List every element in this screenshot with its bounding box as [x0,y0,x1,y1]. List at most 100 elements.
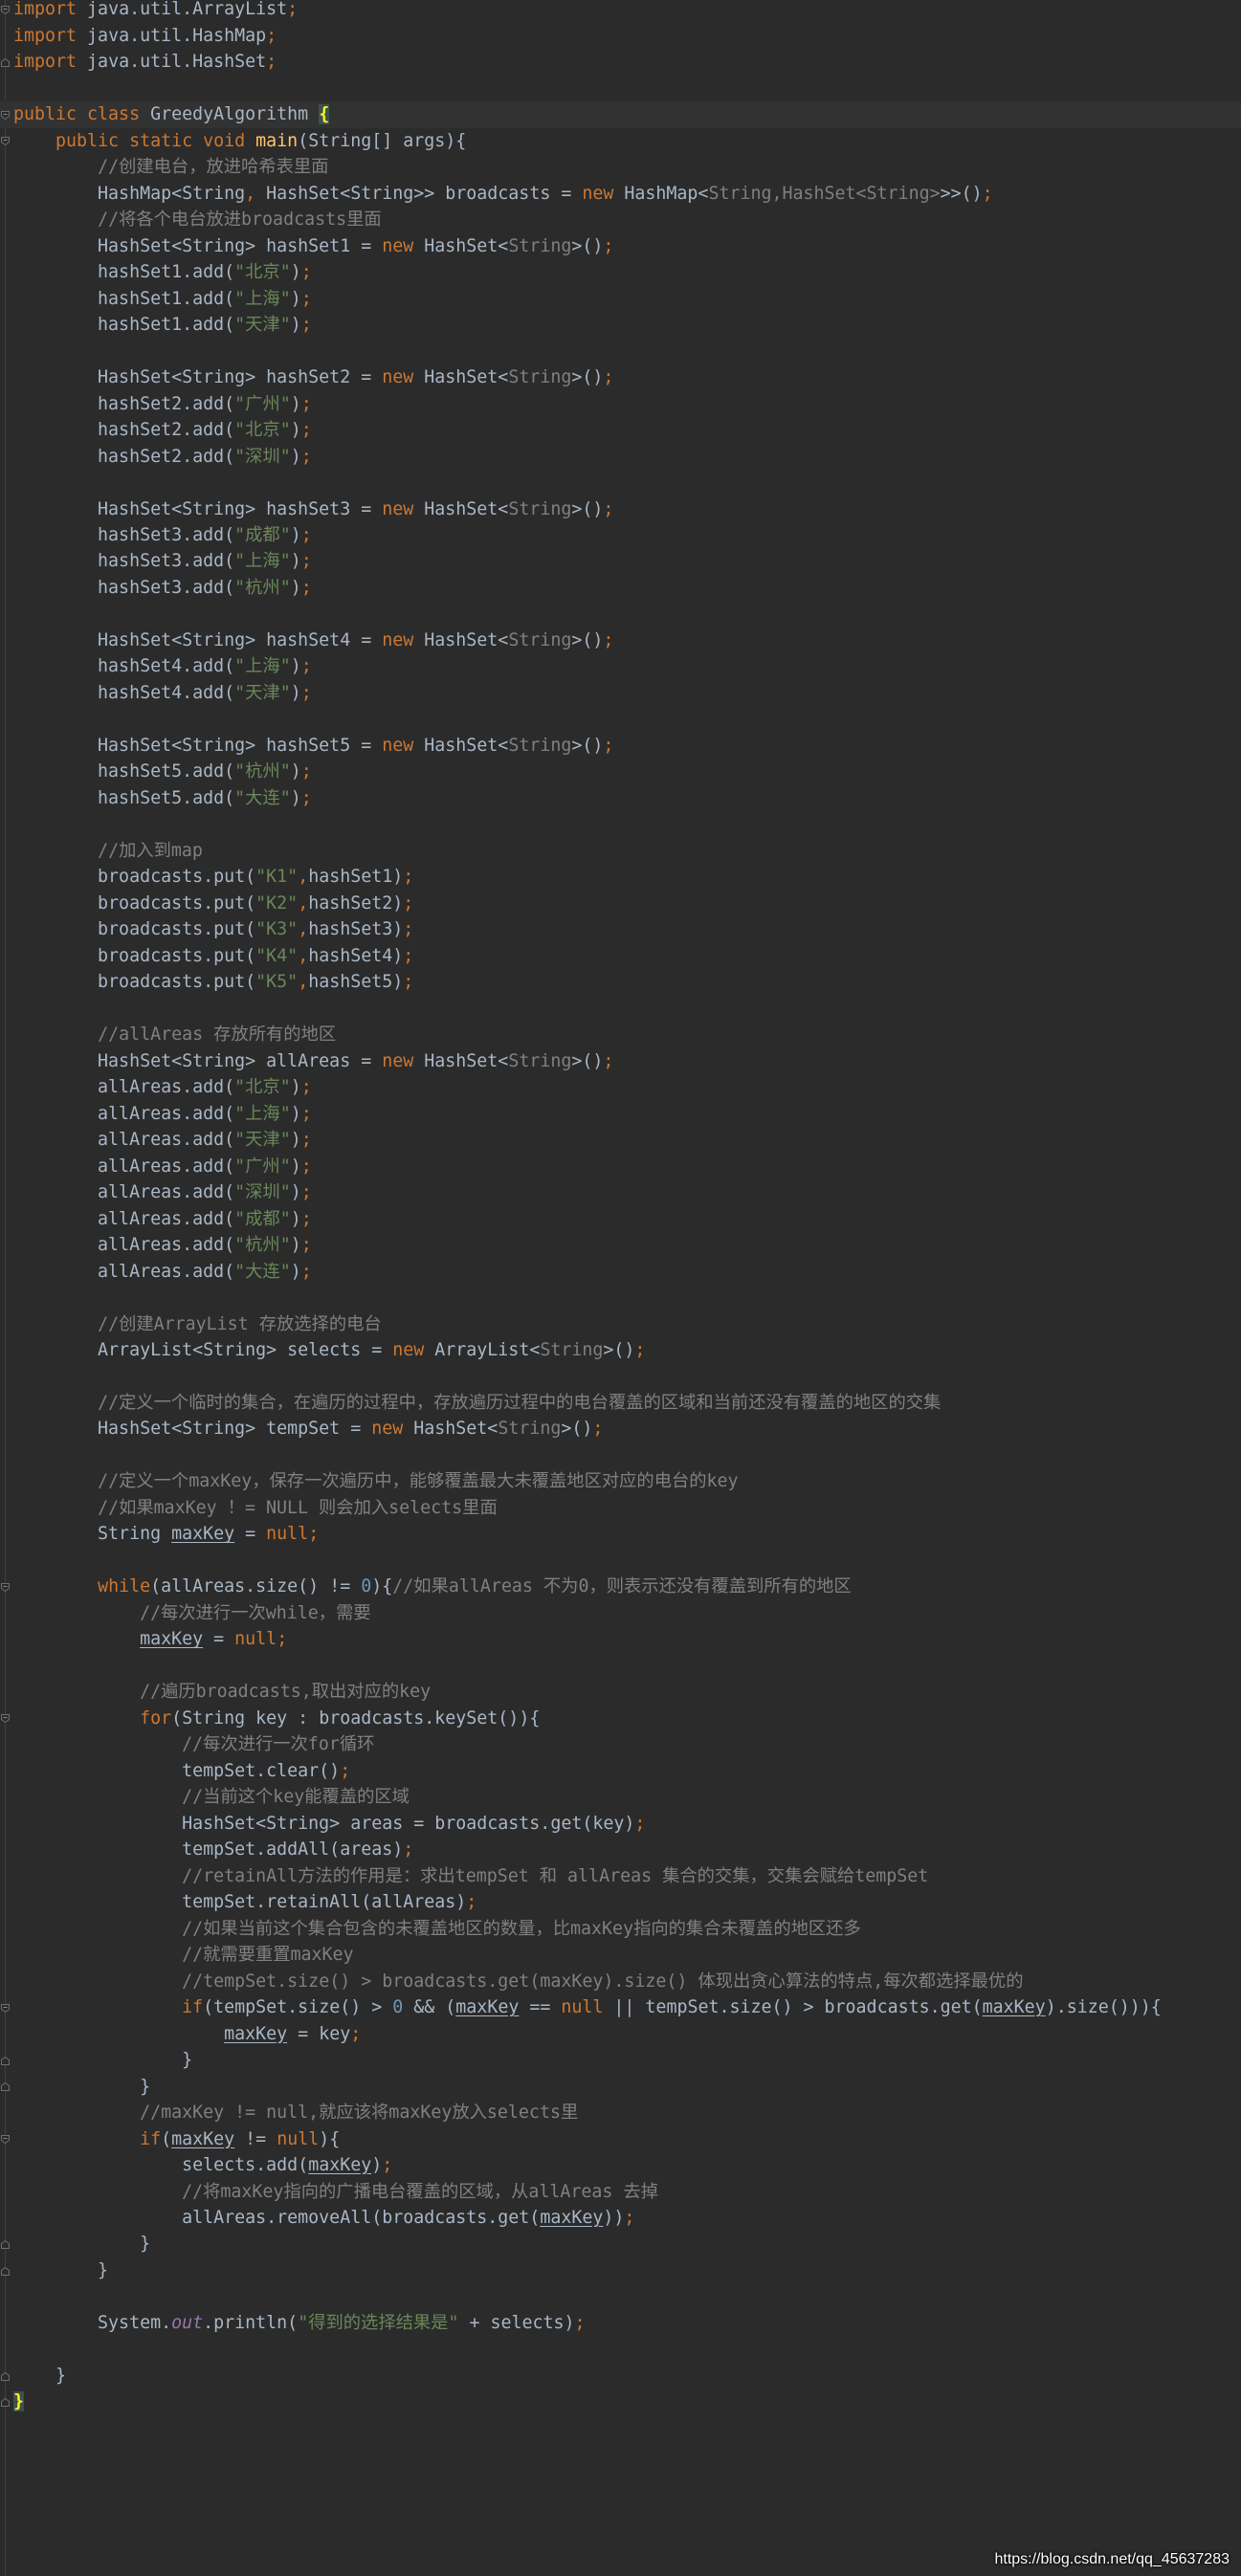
code-line[interactable]: tempSet.addAll(areas); [0,1837,1241,1862]
code-line[interactable]: if(tempSet.size() > 0 && (maxKey == null… [0,1994,1241,2020]
code-line[interactable]: System.out.println("得到的选择结果是" + selects)… [0,2310,1241,2336]
code-line[interactable]: } [0,2074,1241,2100]
code-editor[interactable]: import java.util.ArrayList; import java.u… [0,0,1241,2415]
code-line[interactable] [0,706,1241,732]
code-line[interactable]: public class GreedyAlgorithm { [0,101,1241,128]
code-line[interactable]: allAreas.removeAll(broadcasts.get(maxKey… [0,2205,1241,2231]
code-line[interactable]: selects.add(maxKey); [0,2152,1241,2178]
code-line[interactable]: hashSet3.add("上海"); [0,548,1241,574]
code-line[interactable] [0,1653,1241,1679]
fold-start-icon[interactable] [0,136,11,146]
code-line[interactable]: maxKey = key; [0,2021,1241,2047]
code-line[interactable]: for(String key : broadcasts.keySet()){ [0,1706,1241,1731]
code-line[interactable]: //将各个电台放进broadcasts里面 [0,207,1241,232]
fold-end-icon[interactable] [0,2266,11,2277]
code-line[interactable]: broadcasts.put("K1",hashSet1); [0,864,1241,890]
code-line[interactable]: //创建电台，放进哈希表里面 [0,154,1241,180]
code-line[interactable] [0,339,1241,364]
code-line[interactable]: HashSet<String> hashSet5 = new HashSet<S… [0,733,1241,759]
fold-end-icon[interactable] [0,2056,11,2066]
code-line[interactable] [0,1285,1241,1310]
code-line[interactable]: ArrayList<String> selects = new ArrayLis… [0,1337,1241,1363]
code-line[interactable] [0,1364,1241,1390]
code-line[interactable] [0,2336,1241,2362]
code-line[interactable]: hashSet1.add("北京"); [0,259,1241,285]
code-line[interactable]: tempSet.clear(); [0,1758,1241,1784]
code-line[interactable]: hashSet5.add("杭州"); [0,759,1241,784]
code-line[interactable]: HashSet<String> allAreas = new HashSet<S… [0,1048,1241,1074]
code-line[interactable]: hashSet2.add("深圳"); [0,444,1241,470]
code-line[interactable]: } [0,2047,1241,2073]
code-line[interactable] [0,1442,1241,1468]
code-line[interactable] [0,2283,1241,2309]
code-line[interactable]: HashSet<String> hashSet1 = new HashSet<S… [0,233,1241,259]
code-line[interactable]: broadcasts.put("K5",hashSet5); [0,969,1241,995]
code-line[interactable]: broadcasts.put("K3",hashSet3); [0,916,1241,942]
code-line[interactable]: //定义一个临时的集合，在遍历的过程中，存放遍历过程中的电台覆盖的区域和当前还没… [0,1390,1241,1416]
code-line[interactable]: hashSet2.add("北京"); [0,417,1241,443]
code-line[interactable]: allAreas.add("成都"); [0,1206,1241,1232]
code-line[interactable]: hashSet5.add("大连"); [0,785,1241,811]
fold-start-icon[interactable] [0,2134,11,2145]
code-line[interactable]: allAreas.add("深圳"); [0,1179,1241,1205]
code-line[interactable]: tempSet.retainAll(allAreas); [0,1889,1241,1915]
code-line[interactable]: allAreas.add("大连"); [0,1259,1241,1285]
code-line[interactable]: import java.util.HashMap; [0,23,1241,49]
code-line[interactable]: while(allAreas.size() != 0){//如果allAreas… [0,1574,1241,1599]
code-line[interactable]: HashSet<String> hashSet3 = new HashSet<S… [0,496,1241,522]
code-line[interactable]: HashSet<String> tempSet = new HashSet<St… [0,1416,1241,1442]
code-line[interactable]: maxKey = null; [0,1626,1241,1652]
code-line[interactable]: broadcasts.put("K2",hashSet2); [0,891,1241,916]
code-line[interactable]: HashSet<String> hashSet4 = new HashSet<S… [0,627,1241,653]
fold-end-icon[interactable] [0,57,11,68]
code-line[interactable]: import java.util.HashSet; [0,49,1241,75]
code-line[interactable]: import java.util.ArrayList; [0,0,1241,23]
code-line[interactable]: HashSet<String> hashSet2 = new HashSet<S… [0,364,1241,390]
fold-end-icon[interactable] [0,2081,11,2092]
code-line[interactable]: hashSet4.add("上海"); [0,653,1241,679]
fold-end-icon[interactable] [0,2371,11,2382]
fold-start-icon[interactable] [0,2003,11,2014]
code-line[interactable]: hashSet1.add("上海"); [0,286,1241,312]
code-line[interactable] [0,996,1241,1022]
code-line[interactable] [0,811,1241,837]
code-line[interactable]: } [0,2389,1241,2414]
code-line[interactable]: if(maxKey != null){ [0,2126,1241,2152]
code-line[interactable]: //maxKey != null,就应该将maxKey放入selects里 [0,2100,1241,2125]
code-line[interactable]: broadcasts.put("K4",hashSet4); [0,943,1241,969]
fold-end-icon[interactable] [0,2239,11,2250]
code-line[interactable]: //如果当前这个集合包含的未覆盖地区的数量，比maxKey指向的集合未覆盖的地区… [0,1916,1241,1942]
code-line[interactable]: //遍历broadcasts,取出对应的key [0,1679,1241,1705]
fold-start-icon[interactable] [0,1582,11,1593]
code-line[interactable]: allAreas.add("北京"); [0,1074,1241,1100]
code-line[interactable]: HashSet<String> areas = broadcasts.get(k… [0,1811,1241,1837]
fold-start-icon[interactable] [0,5,11,15]
code-line[interactable]: allAreas.add("天津"); [0,1127,1241,1153]
code-line[interactable]: //如果maxKey ！= NULL 则会加入selects里面 [0,1495,1241,1521]
code-line[interactable]: hashSet3.add("杭州"); [0,575,1241,601]
code-line[interactable] [0,601,1241,627]
code-line[interactable]: //每次进行一次while，需要 [0,1600,1241,1626]
code-line[interactable]: //retainAll方法的作用是：求出tempSet 和 allAreas 集… [0,1863,1241,1889]
code-line[interactable]: } [0,2231,1241,2257]
code-line[interactable]: HashMap<String, HashSet<String>> broadca… [0,181,1241,207]
code-line[interactable]: allAreas.add("杭州"); [0,1232,1241,1258]
code-line[interactable]: hashSet3.add("成都"); [0,522,1241,548]
code-line[interactable]: //tempSet.size() > broadcasts.get(maxKey… [0,1969,1241,1994]
code-line[interactable]: //当前这个key能覆盖的区域 [0,1784,1241,1810]
code-line[interactable]: hashSet4.add("天津"); [0,680,1241,706]
code-line[interactable] [0,1548,1241,1574]
fold-start-icon[interactable] [0,110,11,121]
code-line[interactable]: allAreas.add("广州"); [0,1154,1241,1179]
code-line[interactable]: //加入到map [0,838,1241,864]
code-line[interactable]: hashSet1.add("天津"); [0,312,1241,338]
code-line[interactable]: } [0,2257,1241,2283]
code-line[interactable] [0,76,1241,101]
code-line[interactable]: public static void main(String[] args){ [0,128,1241,154]
code-line[interactable]: //就需要重置maxKey [0,1942,1241,1968]
code-line[interactable]: //allAreas 存放所有的地区 [0,1022,1241,1047]
code-line[interactable]: //将maxKey指向的广播电台覆盖的区域，从allAreas 去掉 [0,2179,1241,2205]
fold-start-icon[interactable] [0,1713,11,1724]
code-line[interactable] [0,470,1241,495]
code-line[interactable]: //创建ArrayList 存放选择的电台 [0,1311,1241,1337]
